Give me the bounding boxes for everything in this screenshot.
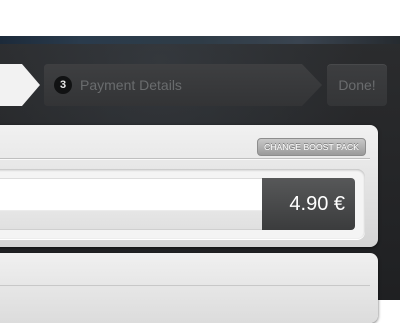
price-display: 4.90 €	[262, 178, 355, 230]
step-label: Payment Details	[80, 77, 182, 93]
boost-pack-summary: 4.90 €	[0, 169, 365, 239]
payment-form-panel	[0, 253, 378, 323]
checkout-steps: 3 Payment Details Done!	[0, 64, 400, 106]
panel-divider	[0, 285, 370, 286]
change-boost-pack-button[interactable]: CHANGE BOOST PACK	[257, 138, 366, 156]
panel-divider	[0, 158, 370, 159]
step-payment-details[interactable]: 3 Payment Details	[44, 64, 322, 106]
step-number-badge: 3	[54, 76, 72, 94]
boost-pack-panel: CHANGE BOOST PACK 4.90 €	[0, 125, 378, 247]
step-previous[interactable]	[0, 64, 48, 106]
step-previous-arrow	[0, 64, 40, 106]
done-button[interactable]: Done!	[327, 64, 387, 106]
boost-pack-field	[0, 178, 263, 230]
